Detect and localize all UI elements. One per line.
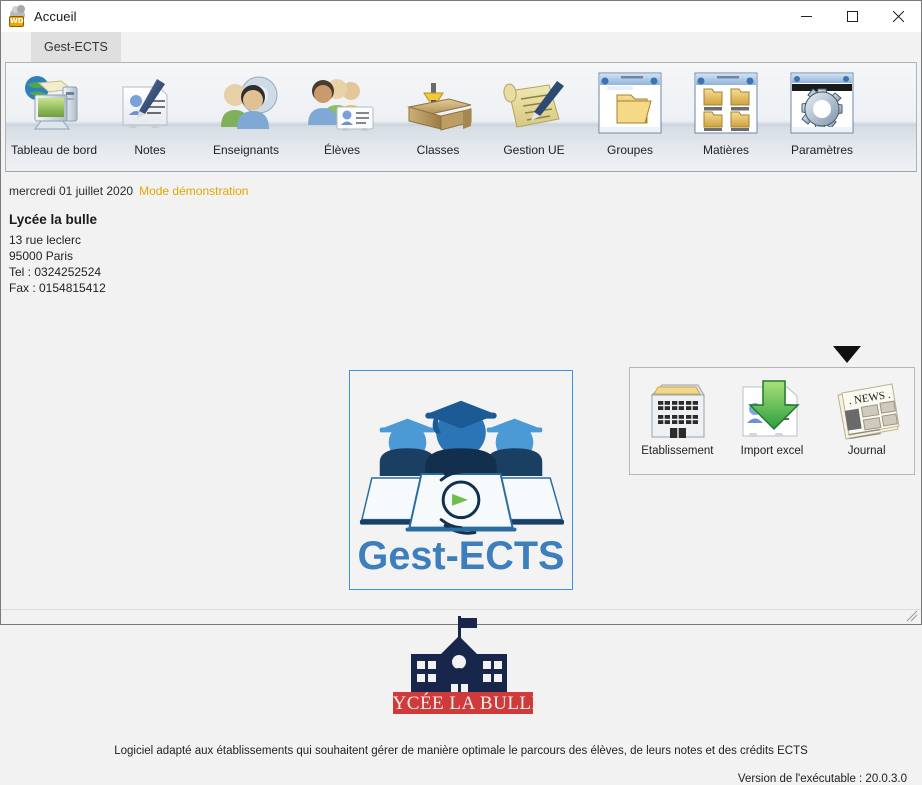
submenu-item-import-excel[interactable]: Import excel bbox=[727, 373, 817, 457]
maximize-icon bbox=[846, 11, 858, 22]
ribbon-item-enseignants[interactable]: Enseignants bbox=[198, 63, 294, 171]
ribbon-item-eleves[interactable]: Élèves bbox=[294, 63, 390, 171]
windev-icon: WD bbox=[9, 4, 27, 27]
ribbon-label: Élèves bbox=[323, 143, 361, 157]
maximize-button[interactable] bbox=[829, 1, 875, 32]
ribbon-label: Groupes bbox=[606, 143, 654, 157]
school-address: 13 rue leclerc 95000 Paris Tel : 0324252… bbox=[9, 232, 248, 296]
newspaper-icon: . NEWS . bbox=[830, 373, 904, 443]
ribbon-item-notes[interactable]: Notes bbox=[102, 63, 198, 171]
gest-ects-logo: Gest-ECTS bbox=[358, 400, 565, 578]
classroom-desk-icon bbox=[399, 67, 477, 139]
ribbon-item-matieres[interactable]: Matières bbox=[678, 63, 774, 171]
demo-mode-badge: Mode démonstration bbox=[139, 184, 249, 198]
submenu-label: Journal bbox=[847, 445, 886, 457]
ribbon-item-tableau-de-bord[interactable]: Tableau de bord bbox=[6, 63, 102, 171]
status-divider bbox=[1, 609, 921, 610]
school-name: Lycée la bulle bbox=[9, 212, 98, 227]
scroll-pen-icon bbox=[495, 67, 573, 139]
ribbon-item-groupes[interactable]: Groupes bbox=[582, 63, 678, 171]
ribbon-label: Paramètres bbox=[790, 143, 854, 157]
teachers-gear-icon bbox=[207, 67, 285, 139]
version-label: Version de l'exécutable : 20.0.3.0 bbox=[737, 773, 907, 785]
close-button[interactable] bbox=[875, 1, 921, 32]
window-controls bbox=[783, 1, 921, 32]
dashboard-computer-icon bbox=[15, 67, 93, 139]
building-icon bbox=[640, 373, 714, 443]
ribbon-label: Classes bbox=[416, 143, 460, 157]
tagline: Logiciel adapté aux établissements qui s… bbox=[114, 745, 808, 757]
title-bar: WD Accueil bbox=[1, 1, 921, 32]
tab-strip: Gest-ECTS bbox=[1, 32, 921, 62]
tab-label: Gest-ECTS bbox=[44, 40, 108, 54]
submenu-label: Etablissement bbox=[641, 445, 714, 457]
ribbon-label: Notes bbox=[134, 143, 166, 157]
window-gear-icon bbox=[783, 67, 861, 139]
minimize-button[interactable] bbox=[783, 1, 829, 32]
logo-text: Gest-ECTS bbox=[358, 534, 565, 578]
window-title: Accueil bbox=[34, 9, 77, 24]
school-logo: LYCÉE LA BULLE bbox=[382, 614, 543, 718]
school-fax: Fax : 0154815412 bbox=[9, 281, 106, 295]
resize-grip[interactable] bbox=[906, 609, 918, 622]
ribbon-label: Matières bbox=[702, 143, 749, 157]
main-content: mercredi 01 juillet 2020 Mode démonstrati… bbox=[1, 172, 921, 785]
ribbon-label: Tableau de bord bbox=[10, 143, 98, 157]
tab-gest-ects[interactable]: Gest-ECTS bbox=[31, 32, 121, 62]
ribbon-label: Gestion UE bbox=[503, 143, 565, 157]
minimize-icon bbox=[800, 16, 812, 17]
ribbon-label: Enseignants bbox=[212, 143, 280, 157]
ribbon-item-classes[interactable]: Classes bbox=[390, 63, 486, 171]
notes-pen-icon bbox=[111, 67, 189, 139]
info-panel: mercredi 01 juillet 2020 Mode démonstrati… bbox=[9, 184, 248, 296]
submenu-item-etablissement[interactable]: Etablissement bbox=[632, 373, 722, 457]
ribbon-toolbar: Tableau de bord Notes Enseignants Élèves… bbox=[5, 62, 917, 172]
import-download-icon bbox=[735, 373, 809, 443]
close-icon bbox=[892, 11, 904, 22]
ribbon-item-gestion-ue[interactable]: Gestion UE bbox=[486, 63, 582, 171]
school-banner-text: LYCÉE LA BULLE bbox=[389, 692, 537, 714]
submenu-label: Import excel bbox=[740, 445, 804, 457]
submenu-item-journal[interactable]: . NEWS . Journal bbox=[822, 373, 912, 457]
window-folder-icon bbox=[591, 67, 669, 139]
submenu-pointer-icon bbox=[833, 346, 861, 363]
date-line: mercredi 01 juillet 2020 Mode démonstrati… bbox=[9, 184, 248, 198]
submenu-panel: Etablissement Import excel . NEWS . Jour… bbox=[629, 367, 915, 475]
window-folders-icon bbox=[687, 67, 765, 139]
ribbon-item-parametres[interactable]: Paramètres bbox=[774, 63, 870, 171]
address-street: 13 rue leclerc bbox=[9, 233, 82, 247]
application-window: WD Accueil Gest-ECTS Tableau de bord Not… bbox=[0, 0, 922, 785]
students-badge-icon bbox=[303, 67, 381, 139]
address-city: 95000 Paris bbox=[9, 249, 74, 263]
school-phone: Tel : 0324252524 bbox=[9, 265, 102, 279]
product-logo-card: Gest-ECTS bbox=[349, 370, 573, 590]
current-date: mercredi 01 juillet 2020 bbox=[9, 184, 134, 198]
